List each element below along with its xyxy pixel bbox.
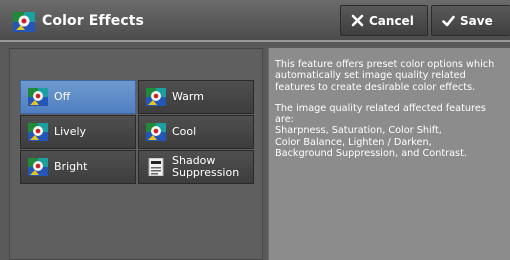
option-off-button[interactable]: Off [20, 80, 136, 114]
description-text: This feature offers preset color options… [269, 48, 510, 159]
save-button[interactable]: Save [431, 5, 510, 36]
document-icon [148, 158, 164, 176]
option-label: Shadow Suppression [172, 155, 239, 179]
description-line: Background Suppression, and Contrast. [275, 148, 467, 160]
description-line: Sharpness, Saturation, Color Shift, [275, 125, 442, 137]
option-label: Lively [54, 125, 87, 138]
description-paragraph-1: This feature offers preset color options… [275, 59, 495, 93]
cancel-label: Cancel [369, 13, 414, 28]
color-effect-icon [28, 88, 48, 106]
color-effect-icon [146, 123, 166, 141]
description-line: Color Balance, Lighten / Darken, [275, 136, 432, 148]
description-paragraph-2: The image quality related affected featu… [275, 103, 504, 159]
title-bar: Color Effects Cancel Save [0, 0, 510, 42]
option-bright-button[interactable]: Bright [20, 150, 136, 184]
option-label: Cool [172, 125, 197, 138]
description-panel: This feature offers preset color options… [268, 48, 510, 260]
option-cool-button[interactable]: Cool [138, 115, 254, 149]
cancel-button[interactable]: Cancel [340, 5, 428, 36]
color-effect-icon [146, 88, 166, 106]
page-title: Color Effects [42, 13, 144, 29]
close-icon [351, 14, 364, 27]
checkmark-icon [442, 15, 455, 27]
option-label-line2: Suppression [172, 166, 240, 179]
option-lively-button[interactable]: Lively [20, 115, 136, 149]
color-effects-icon [13, 12, 35, 32]
option-label: Off [54, 90, 71, 103]
save-label: Save [460, 13, 493, 28]
option-label: Bright [54, 160, 88, 173]
description-line: The image quality related affected featu… [275, 102, 486, 126]
option-shadow-suppression-button[interactable]: Shadow Suppression [138, 150, 254, 184]
option-warm-button[interactable]: Warm [138, 80, 254, 114]
option-label: Warm [172, 90, 204, 103]
color-effect-icon [28, 158, 48, 176]
color-effect-icon [28, 123, 48, 141]
